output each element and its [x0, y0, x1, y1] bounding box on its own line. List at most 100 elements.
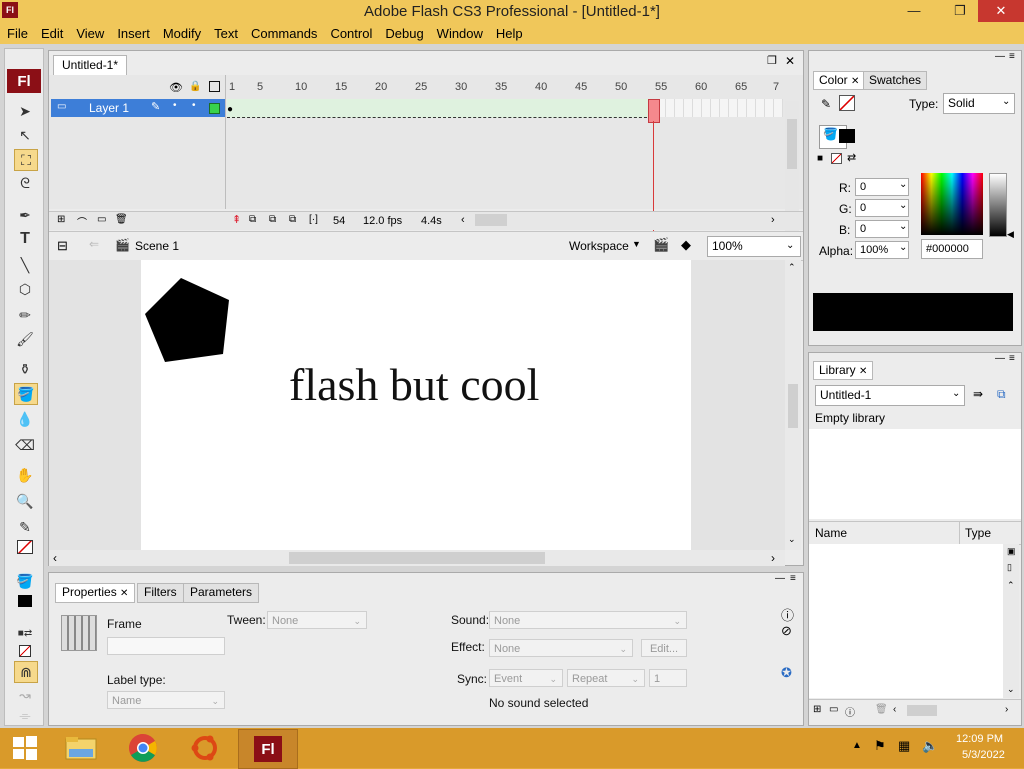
swap-colors-icon[interactable]: ⇄: [847, 151, 856, 164]
eyedropper-tool-icon[interactable]: 💧: [14, 409, 36, 429]
file-explorer-button[interactable]: [56, 729, 106, 767]
sound-select[interactable]: None ⌄: [489, 611, 687, 629]
new-symbol-icon[interactable]: ⊞: [813, 704, 821, 715]
panel-collapse-icon[interactable]: —: [995, 353, 1005, 364]
pencil-tool-icon[interactable]: ✏: [14, 305, 36, 325]
flash-taskbar-button[interactable]: Fl: [238, 729, 298, 769]
accessibility-icon[interactable]: ✪: [781, 665, 792, 681]
restore-doc-icon[interactable]: ❐: [767, 54, 777, 67]
paint-bucket-tool-icon[interactable]: 🪣: [14, 383, 38, 405]
narrow-view-icon[interactable]: ▯: [1007, 562, 1012, 573]
menu-file[interactable]: File: [0, 24, 34, 41]
scroll-right-icon[interactable]: ›: [771, 551, 775, 565]
clock-date[interactable]: 5/3/2022: [962, 749, 1005, 761]
column-type[interactable]: Type: [965, 526, 991, 540]
scroll-up-icon[interactable]: ⌃: [1007, 580, 1015, 591]
stage[interactable]: flash but cool: [141, 260, 691, 550]
effect-select[interactable]: None ⌄: [489, 639, 633, 657]
eraser-tool-icon[interactable]: ⌫: [14, 435, 36, 455]
minimize-button[interactable]: —: [898, 0, 930, 22]
no-color-icon[interactable]: [831, 153, 842, 164]
tab-color[interactable]: Color ✕: [813, 71, 866, 90]
stroke-color-icon[interactable]: ✎: [14, 517, 36, 537]
lock-dot-icon[interactable]: •: [192, 100, 196, 111]
new-layer-icon[interactable]: ⊞: [57, 214, 65, 225]
pen-tool-icon[interactable]: ✒: [14, 205, 36, 225]
new-library-icon[interactable]: ⇛: [973, 387, 983, 401]
folder-icon[interactable]: ▭: [97, 214, 106, 225]
frames-area[interactable]: 1 5 10 15 20 25 30 35 40 45 50 55 60 65 …: [227, 75, 783, 209]
straighten-icon[interactable]: ⌯: [14, 705, 36, 725]
onion-markers-icon[interactable]: [·]: [309, 214, 318, 225]
scroll-left-icon[interactable]: ‹: [53, 551, 57, 565]
document-tab[interactable]: Untitled-1*: [53, 55, 128, 76]
menu-text[interactable]: Text: [207, 24, 244, 41]
frame-ruler[interactable]: 1 5 10 15 20 25 30 35 40 45 50 55 60 65 …: [227, 75, 783, 97]
fill-color-icon[interactable]: 🪣: [14, 571, 36, 591]
close-button[interactable]: ✕: [978, 0, 1024, 22]
column-name[interactable]: Name: [815, 526, 847, 540]
menu-edit[interactable]: Edit: [34, 24, 69, 41]
chrome-button[interactable]: [118, 729, 168, 767]
menu-control[interactable]: Control: [323, 24, 378, 41]
scroll-right-icon[interactable]: ›: [771, 214, 775, 226]
repeat-count-input[interactable]: 1: [649, 669, 687, 687]
chevron-down-icon[interactable]: ⌄: [899, 200, 907, 211]
panel-menu-icon[interactable]: ≡: [790, 573, 796, 584]
edit-symbols-icon[interactable]: ◆: [681, 237, 691, 253]
properties-icon[interactable]: ⓘ: [845, 704, 855, 719]
back-arrow-icon[interactable]: ⇐: [89, 237, 99, 251]
menu-help[interactable]: Help: [489, 24, 529, 41]
start-button[interactable]: [0, 729, 50, 767]
delete-layer-icon[interactable]: 🗑: [115, 214, 128, 225]
show-hidden-icons[interactable]: ▲: [852, 740, 862, 751]
close-tab-icon[interactable]: ✕: [859, 366, 867, 377]
motion-guide-icon[interactable]: ⌒: [77, 214, 87, 229]
stage-vertical-scrollbar[interactable]: ⌃ ⌄: [785, 260, 801, 550]
tab-swatches[interactable]: Swatches: [863, 71, 928, 90]
panel-menu-icon[interactable]: ≡: [1009, 353, 1015, 364]
frame-name-input[interactable]: [107, 637, 225, 655]
workspace-dropdown-icon[interactable]: ▼: [632, 239, 641, 249]
black-white-icon[interactable]: ■: [817, 153, 823, 164]
hand-tool-icon[interactable]: ✋: [14, 465, 36, 485]
smooth-icon[interactable]: ↝: [14, 685, 36, 705]
empty-frames[interactable]: [657, 99, 783, 117]
lock-icon[interactable]: 🔒: [189, 81, 201, 92]
menu-modify[interactable]: Modify: [156, 24, 207, 41]
black-white-icon[interactable]: ■⇄: [14, 623, 36, 643]
fill-swatch-icon[interactable]: [14, 591, 36, 611]
hex-input[interactable]: #000000: [921, 239, 983, 259]
scene-label[interactable]: Scene 1: [135, 239, 179, 253]
scroll-up-icon[interactable]: ⌃: [788, 262, 796, 273]
edit-button[interactable]: Edit...: [641, 639, 687, 657]
scroll-thumb[interactable]: [788, 384, 798, 428]
ink-bottle-tool-icon[interactable]: ⚱: [14, 359, 36, 379]
center-frame-icon[interactable]: ⇞: [232, 213, 241, 226]
chevron-down-icon[interactable]: ⌄: [899, 179, 907, 190]
stroke-swatch[interactable]: [839, 95, 855, 111]
text-tool-icon[interactable]: T: [14, 229, 36, 249]
close-doc-icon[interactable]: ✕: [785, 54, 795, 68]
snap-magnet-icon[interactable]: ⋒: [14, 661, 38, 683]
scroll-down-icon[interactable]: ⌄: [788, 534, 796, 545]
tab-properties[interactable]: Properties ✕: [55, 583, 136, 603]
pentagon-shape[interactable]: [141, 274, 241, 366]
tab-filters[interactable]: Filters: [137, 583, 184, 603]
edit-multiple-icon[interactable]: ⧉: [289, 214, 296, 225]
scroll-left-icon[interactable]: ‹: [893, 704, 896, 715]
new-folder-icon[interactable]: ▭: [829, 704, 838, 715]
chevron-down-icon[interactable]: ⌄: [899, 221, 907, 232]
tab-library[interactable]: Library ✕: [813, 361, 874, 380]
scroll-right-icon[interactable]: ›: [1005, 704, 1008, 715]
scroll-down-icon[interactable]: ⌄: [1007, 684, 1015, 695]
maximize-button[interactable]: ❐: [944, 0, 976, 22]
zoom-select[interactable]: 100% ⌄: [707, 236, 801, 257]
library-scrollbar[interactable]: ▣ ▯ ⌃ ⌄: [1003, 544, 1019, 698]
action-center-icon[interactable]: ⚑: [874, 738, 886, 754]
brush-tool-icon[interactable]: 🖌: [14, 329, 36, 349]
polystar-tool-icon[interactable]: ⬡: [14, 279, 36, 299]
panel-collapse-icon[interactable]: —: [775, 573, 785, 584]
label-type-select[interactable]: Name ⌄: [107, 691, 225, 709]
tab-parameters[interactable]: Parameters: [183, 583, 260, 603]
